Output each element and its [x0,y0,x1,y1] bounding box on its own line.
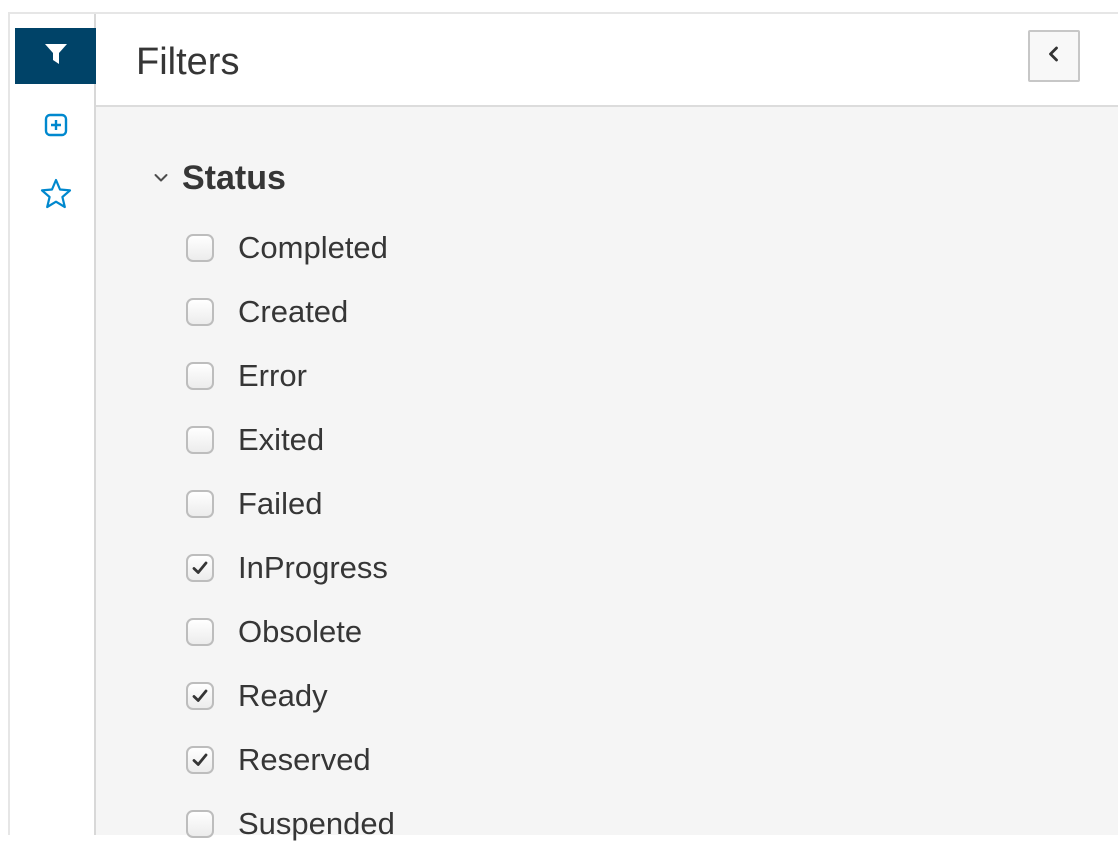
filters-tab[interactable] [15,28,97,84]
status-option-label: Suspended [238,806,395,841]
status-option-label: InProgress [238,550,388,585]
status-checkbox[interactable] [186,298,214,326]
status-checkbox[interactable] [186,746,214,774]
status-option-completed[interactable]: Completed [186,226,388,270]
status-checkbox[interactable] [186,362,214,390]
status-option-label: Created [238,294,349,329]
add-filter-icon [43,112,69,143]
panel-header: Filters [96,14,1118,107]
chevron-left-icon [1045,45,1063,68]
status-option-label: Failed [238,486,323,521]
status-checkbox[interactable] [186,682,214,710]
status-option-created[interactable]: Created [186,290,348,334]
saved-filters-tab[interactable] [15,174,97,218]
status-option-obsolete[interactable]: Obsolete [186,610,362,654]
filter-icon [43,41,69,72]
status-option-reserved[interactable]: Reserved [186,738,371,782]
star-icon [39,177,73,216]
vertical-tab-rail [10,14,97,835]
status-checkbox[interactable] [186,490,214,518]
status-option-suspended[interactable]: Suspended [186,802,395,846]
status-checkbox[interactable] [186,426,214,454]
chevron-down-icon [148,165,174,191]
status-option-inprogress[interactable]: InProgress [186,546,388,590]
panel-title: Filters [136,41,240,83]
status-option-label: Exited [238,422,325,457]
status-option-label: Completed [238,230,388,265]
status-checkbox[interactable] [186,810,214,838]
collapse-panel-button[interactable] [1028,30,1080,82]
status-checkbox[interactable] [186,234,214,262]
status-checkbox[interactable] [186,554,214,582]
checkmark-icon [192,689,208,702]
status-option-ready[interactable]: Ready [186,674,328,718]
status-section-toggle[interactable]: Status [148,158,286,198]
status-checkbox[interactable] [186,618,214,646]
status-option-error[interactable]: Error [186,354,307,398]
add-filter-tab[interactable] [15,106,97,148]
checkmark-icon [192,753,208,766]
status-option-failed[interactable]: Failed [186,482,322,526]
status-option-exited[interactable]: Exited [186,418,324,462]
status-option-label: Ready [238,678,328,713]
status-section-title: Status [182,159,286,197]
status-option-label: Obsolete [238,614,363,649]
filters-panel: Filters Status Completed Created Error E… [96,14,1118,841]
checkmark-icon [192,561,208,574]
filter-sidebar-frame: Filters Status Completed Created Error E… [0,0,1118,841]
status-option-label: Error [238,358,307,393]
status-option-label: Reserved [238,742,371,777]
